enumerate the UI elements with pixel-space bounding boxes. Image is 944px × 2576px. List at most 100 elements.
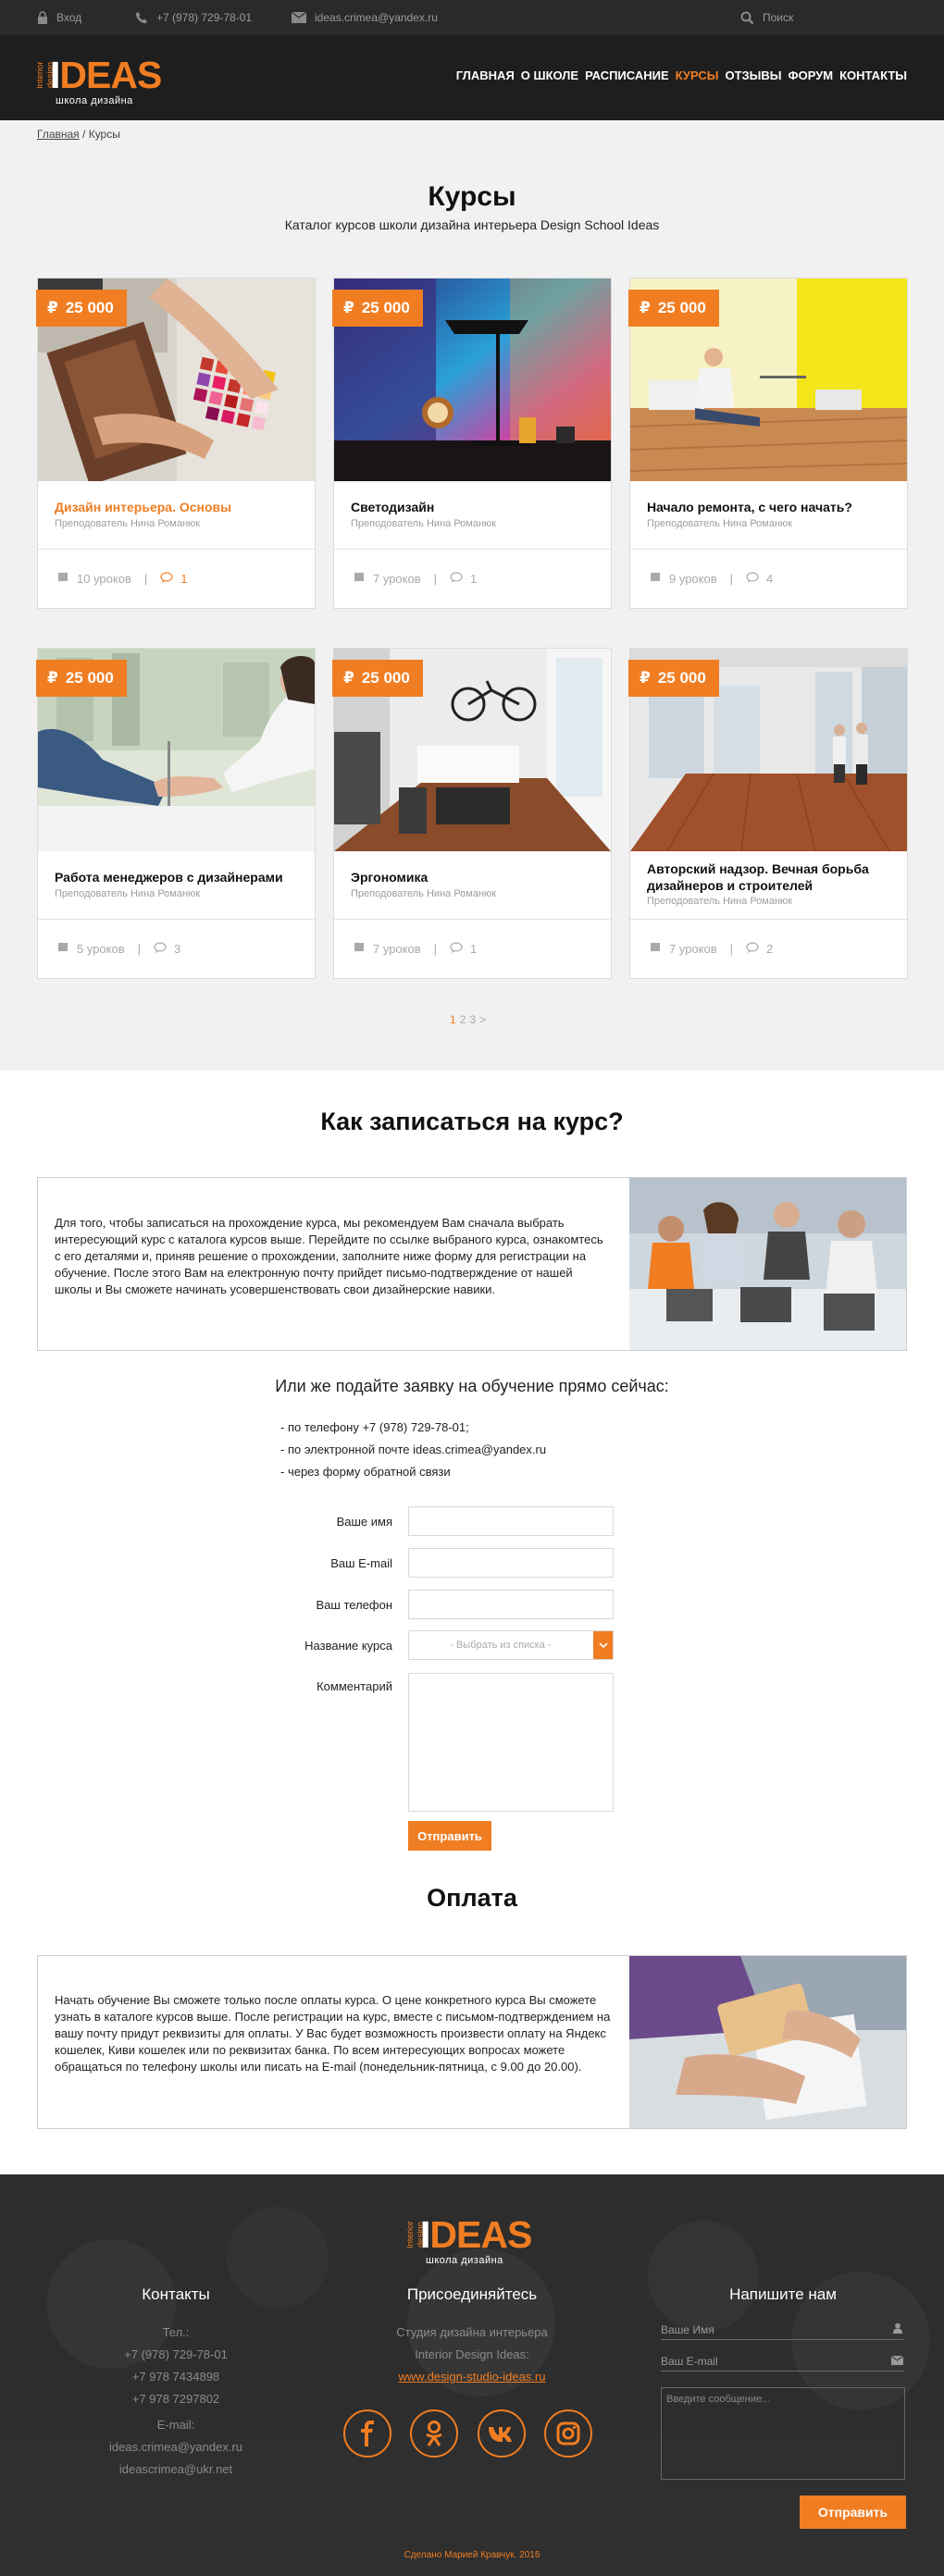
howto-title: Как записаться на курс?: [320, 1108, 624, 1135]
course-title[interactable]: Эргономика: [351, 869, 601, 886]
course-title[interactable]: Работа менеджеров с дизайнерами: [55, 869, 304, 886]
email-input[interactable]: [408, 1548, 614, 1578]
main-nav: ГЛАВНАЯ О ШКОЛЕ РАСПИСАНИЕ КУРСЫ ОТЗЫВЫ …: [456, 68, 907, 82]
course-card[interactable]: ₽25 000 Светодизайн Преподователь Нина Р…: [332, 278, 612, 609]
footer-join-title: Присоединяйтесь: [406, 2285, 538, 2303]
howto-box: Для того, чтобы записаться на прохождени…: [37, 1177, 907, 1351]
page-link[interactable]: 2: [460, 1013, 466, 1026]
footer-site-link[interactable]: www.design-studio-ideas.ru: [361, 2370, 583, 2384]
breadcrumb-home[interactable]: Главная: [37, 128, 80, 141]
page-link[interactable]: 3: [469, 1013, 476, 1026]
price-value: 25 000: [657, 669, 706, 687]
footer-phone-1: +7 (978) 729-78-01: [124, 2347, 228, 2361]
footer-logo-wordmark: IDEAS: [420, 2213, 532, 2256]
lock-icon: [37, 11, 48, 24]
comments-count: 1: [180, 572, 188, 586]
payment-card-image: [629, 1956, 906, 2128]
logo-side-text: Interior design: [35, 61, 56, 89]
chevron-down-icon[interactable]: [593, 1631, 613, 1659]
footer-email-2[interactable]: ideascrimea@ukr.net: [83, 2462, 268, 2476]
instagram-icon[interactable]: [544, 2409, 592, 2458]
footer-logo[interactable]: Interior design IDEAS школа дизайна: [405, 2213, 537, 2266]
name-input[interactable]: [408, 1506, 614, 1536]
course-meta: 7 уроков | 1: [353, 942, 477, 956]
apply-way-form: - через форму обратной связи: [280, 1465, 451, 1479]
ruble-icon: ₽: [47, 669, 58, 687]
book-icon: [56, 572, 69, 586]
nav-item-courses[interactable]: КУРСЫ: [676, 68, 719, 82]
footer-message-textarea[interactable]: Введите сообщение...: [661, 2387, 905, 2480]
name-label: Ваше имя: [336, 1515, 392, 1529]
price-value: 25 000: [361, 299, 410, 316]
footer-write-title: Напишите нам: [729, 2285, 837, 2303]
course-title[interactable]: Светодизайн: [351, 499, 601, 515]
meta-separator: |: [729, 572, 734, 586]
nav-item-reviews[interactable]: ОТЗЫВЫ: [725, 68, 781, 82]
course-select[interactable]: - Выбрать из списка -: [408, 1630, 614, 1660]
course-meta: 5 уроков | 3: [56, 942, 180, 956]
price-badge: ₽25 000: [332, 290, 423, 327]
apply-way-phone: - по телефону +7 (978) 729-78-01;: [280, 1420, 469, 1434]
students-image: [629, 1178, 906, 1350]
nav-item-home[interactable]: ГЛАВНАЯ: [456, 68, 515, 82]
submit-button[interactable]: Отправить: [408, 1821, 491, 1851]
topbar-phone-text: +7 (978) 729-78-01: [156, 11, 253, 24]
footer-name-input[interactable]: Ваше Имя: [661, 2320, 903, 2340]
ruble-icon: ₽: [640, 669, 651, 687]
breadcrumb: Главная / Курсы: [37, 128, 120, 141]
footer-email-1[interactable]: ideas.crimea@yandex.ru: [83, 2440, 268, 2454]
price-badge: ₽25 000: [36, 660, 127, 697]
book-icon: [649, 942, 662, 956]
topbar-email[interactable]: ideas.crimea@yandex.ru: [292, 0, 438, 35]
lessons-count: 7 уроков: [373, 942, 421, 956]
footer-phone-3: +7 978 7297802: [131, 2392, 220, 2406]
course-teacher: Преподователь Нина Романюк: [647, 518, 793, 529]
ruble-icon: ₽: [640, 299, 651, 316]
meta-separator: |: [729, 942, 734, 956]
course-card[interactable]: ₽25 000 Дизайн интерьера. Основы Преподо…: [36, 278, 316, 609]
payment-box: Начать обучение Вы сможете только после …: [37, 1955, 907, 2129]
search-icon: [740, 11, 754, 25]
meta-separator: |: [433, 572, 438, 586]
comments-count: 4: [766, 572, 774, 586]
comment-icon: [154, 942, 167, 956]
page-next[interactable]: >: [479, 1013, 486, 1026]
footer-email-input[interactable]: Ваш E-mail: [661, 2351, 904, 2372]
nav-item-contacts[interactable]: КОНТАКТЫ: [839, 68, 907, 82]
site-logo[interactable]: Interior design IDEAS школа дизайна: [35, 54, 167, 106]
login-link[interactable]: Вход: [37, 0, 81, 35]
course-title[interactable]: Авторский надзор. Вечная борьба дизайнер…: [647, 861, 897, 894]
lessons-count: 7 уроков: [669, 942, 717, 956]
course-card[interactable]: ₽25 000 Начало ремонта, с чего начать? П…: [628, 278, 908, 609]
odnoklassniki-icon[interactable]: [410, 2409, 458, 2458]
course-meta: 9 уроков | 4: [649, 572, 773, 586]
course-meta: 7 уроков | 2: [649, 942, 773, 956]
book-icon: [353, 572, 366, 586]
course-card[interactable]: ₽25 000 Эргономика Преподователь Нина Ро…: [332, 648, 612, 979]
footer-phone-2: +7 978 7434898: [131, 2370, 220, 2384]
footer-tel-label: Тел.:: [162, 2325, 190, 2339]
top-bar: Вход +7 (978) 729-78-01 ideas.crimea@yan…: [0, 0, 944, 35]
user-icon: [892, 2322, 903, 2336]
comment-textarea[interactable]: [408, 1673, 614, 1812]
lessons-count: 10 уроков: [77, 572, 131, 586]
ruble-icon: ₽: [343, 669, 354, 687]
card-divider: [630, 549, 907, 550]
pagination: 1 2 3 >: [450, 1013, 486, 1026]
facebook-icon[interactable]: [343, 2409, 391, 2458]
nav-item-forum[interactable]: ФОРУМ: [789, 68, 834, 82]
price-badge: ₽25 000: [628, 290, 719, 327]
course-title[interactable]: Начало ремонта, с чего начать?: [647, 499, 897, 515]
page-current[interactable]: 1: [450, 1013, 456, 1026]
vk-icon[interactable]: [478, 2409, 526, 2458]
course-title[interactable]: Дизайн интерьера. Основы: [55, 499, 304, 515]
nav-item-schedule[interactable]: РАСПИСАНИЕ: [585, 68, 669, 82]
topbar-search[interactable]: Поиск: [740, 0, 793, 35]
logo-wordmark: IDEAS: [50, 54, 162, 96]
footer-send-button[interactable]: Отправить: [800, 2496, 906, 2529]
nav-item-about[interactable]: О ШКОЛЕ: [521, 68, 578, 82]
phone-input[interactable]: [408, 1590, 614, 1619]
footer-email-placeholder: Ваш E-mail: [661, 2354, 718, 2368]
course-card[interactable]: ₽25 000 Работа менеджеров с дизайнерами …: [36, 648, 316, 979]
course-card[interactable]: ₽25 000 Авторский надзор. Вечная борьба …: [628, 648, 908, 979]
